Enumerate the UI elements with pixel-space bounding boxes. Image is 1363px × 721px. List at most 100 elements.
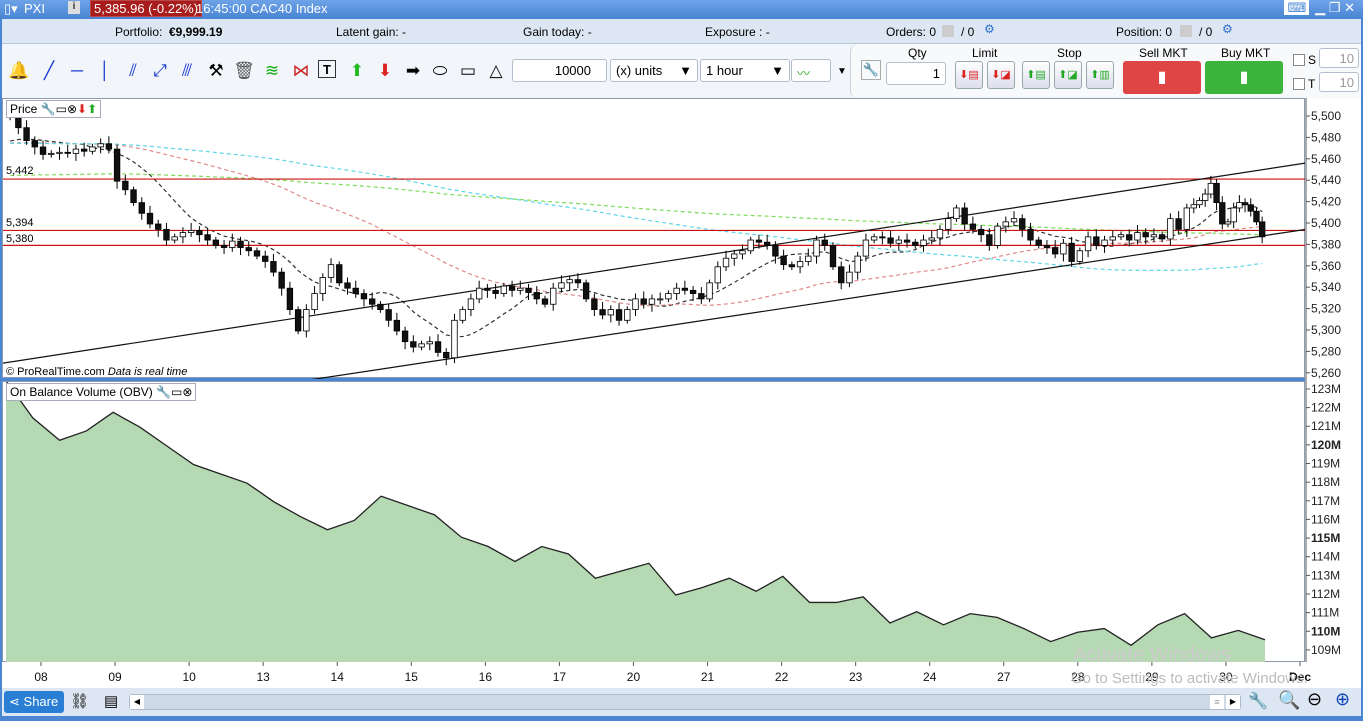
obv-panel[interactable]: On Balance Volume (OBV) 🔧▭⊗ Activate Win… — [2, 381, 1306, 666]
s-input[interactable]: 10 — [1319, 48, 1359, 68]
fan-tool-icon[interactable]: ⋈ — [290, 60, 312, 82]
stop-trailing-button[interactable]: ⬆▥ — [1086, 61, 1114, 89]
candle-body — [1219, 202, 1226, 225]
date-tick-label: 24 — [923, 670, 937, 684]
tools-icon[interactable]: ⚒ — [205, 60, 227, 82]
trash-icon[interactable]: 🗑 — [233, 60, 255, 82]
text-tool-icon[interactable]: T — [318, 60, 336, 78]
candle-body — [1043, 244, 1051, 248]
up-arrow-tool-icon[interactable]: ⬆ — [346, 60, 368, 82]
candle-body — [657, 298, 664, 301]
keyboard-icon[interactable]: ⌨ — [1284, 0, 1310, 15]
chart-settings-icon[interactable]: 🔧 — [1248, 691, 1268, 711]
latent-gain: Latent gain: - — [336, 25, 407, 39]
symbol-label[interactable]: PXI — [24, 1, 45, 16]
units-input[interactable]: 10000 — [512, 59, 607, 82]
candle-body — [187, 230, 195, 233]
ellipse-tool-icon[interactable]: ⬭ — [429, 60, 451, 82]
wrench-icon[interactable]: 🔧 — [861, 60, 881, 80]
candle-body — [336, 264, 343, 284]
limit-sell-button[interactable]: ⬇▤ — [955, 61, 983, 89]
candle-body — [525, 287, 532, 293]
t-checkbox[interactable] — [1293, 78, 1305, 90]
candle-body — [1236, 202, 1243, 209]
zoom-out-icon[interactable]: ⊖ — [1307, 689, 1322, 710]
candle-body — [1213, 182, 1220, 203]
chart-style-icon[interactable]: ▤ — [104, 692, 118, 710]
channel-tool-icon[interactable]: ⫽ — [122, 60, 144, 82]
vertical-line-tool-icon[interactable]: │ — [94, 60, 116, 82]
date-tick-label: 15 — [405, 670, 419, 684]
limit-label: Limit — [972, 46, 998, 60]
candle-body — [566, 279, 573, 284]
sell-market-button[interactable]: ▮ — [1123, 61, 1201, 94]
obv-chart[interactable] — [3, 382, 1306, 663]
price-tick-label: 5,500 — [1311, 109, 1341, 123]
close-icon[interactable]: ⊗ — [67, 102, 77, 116]
candle-body — [1027, 228, 1034, 241]
limit-modify-button[interactable]: ⬇◪ — [987, 61, 1015, 89]
candle-body — [706, 282, 713, 300]
horizontal-line-tool-icon[interactable]: ─ — [66, 60, 88, 82]
orders-settings-icon[interactable]: ⚙ — [984, 22, 995, 36]
segment-tool-icon[interactable]: ⤢ — [149, 60, 171, 82]
horizontal-scrollbar[interactable]: ◀ ≡ ▶ — [129, 694, 1241, 710]
candle-body — [401, 330, 409, 343]
maximize-icon[interactable]: ▭ — [171, 385, 182, 399]
price-axis[interactable]: 5,500 5,480 5,460 5,440 5,420 5,400 5,380 5,360… — [1305, 98, 1361, 381]
candle-chart-icon[interactable]: ▯▾ — [4, 1, 18, 17]
candle-body — [945, 218, 952, 230]
obv-axis[interactable]: 123M 122M 121M 120M 119M 118M 117M 116M 115M 114M… — [1305, 381, 1361, 662]
stop-modify-button[interactable]: ⬆◪ — [1054, 61, 1082, 89]
units-select[interactable]: (x) units ▼ — [610, 59, 698, 82]
close-icon[interactable]: ⊗ — [182, 385, 192, 399]
scroll-right-button[interactable]: ▶ — [1226, 695, 1240, 709]
period-select[interactable]: 1 hour ▼ — [700, 59, 790, 82]
candle-body — [130, 189, 137, 204]
move-down-icon[interactable]: ⬇ — [77, 102, 87, 116]
orders-close-icon[interactable] — [942, 25, 954, 37]
rectangle-tool-icon[interactable]: ▭ — [457, 60, 479, 82]
chart-link-icon[interactable]: ⛓ — [70, 692, 89, 710]
candle-body — [138, 202, 145, 214]
fibonacci-tool-icon[interactable]: ≋ — [261, 60, 283, 82]
qty-input[interactable]: 1 — [886, 62, 946, 85]
trendline-tool-icon[interactable]: ╱ — [38, 60, 60, 82]
stop-buy-button[interactable]: ⬆▤ — [1022, 61, 1050, 89]
scroll-thumb[interactable]: ≡ — [1210, 695, 1224, 709]
move-up-icon[interactable]: ⬆ — [87, 102, 97, 116]
parallel-tool-icon[interactable]: ⫻ — [176, 60, 198, 82]
portfolio-value: €9,999.19 — [169, 25, 223, 39]
down-arrow-tool-icon[interactable]: ⬇ — [374, 60, 396, 82]
candle-body — [48, 152, 55, 155]
right-arrow-tool-icon[interactable]: ➡ — [402, 60, 424, 82]
account-info-bar: Portfolio: €9,999.19 Latent gain: - Gain… — [2, 19, 1361, 44]
share-button[interactable]: ⋖ Share — [4, 691, 64, 713]
candle-body — [1093, 236, 1100, 246]
wrench-icon[interactable]: 🔧 — [41, 102, 56, 116]
candle-body — [969, 223, 977, 230]
price-chart-panel[interactable]: Price 🔧▭⊗⬇⬆ 5,442 5,394 5,380 © ProRealT… — [2, 98, 1306, 379]
s-checkbox[interactable] — [1293, 54, 1305, 66]
alert-bell-icon[interactable]: 🔔 — [8, 60, 30, 82]
t-input[interactable]: 10 — [1319, 72, 1359, 92]
obv-tick-label: 119M — [1311, 457, 1340, 471]
zoom-in-icon[interactable]: ⊕ — [1335, 689, 1350, 710]
share-label: Share — [23, 694, 59, 709]
wrench-icon[interactable]: 🔧 — [156, 385, 171, 399]
candle-body — [1202, 193, 1209, 201]
scroll-left-button[interactable]: ◀ — [130, 695, 144, 709]
indicators-button[interactable]: 〰 — [791, 59, 831, 82]
date-axis[interactable]: 08 09 10 13 14 15 16 17 20 21 22 23 24 27 28 29 30 Dec Go… — [2, 662, 1361, 688]
info-icon[interactable]: i — [68, 1, 80, 14]
price-chart[interactable] — [3, 99, 1306, 379]
auto-zoom-icon[interactable]: 🔍 — [1278, 690, 1300, 711]
position-close-icon[interactable] — [1180, 25, 1192, 37]
position-settings-icon[interactable]: ⚙ — [1222, 22, 1233, 36]
maximize-icon[interactable]: ▭ — [56, 102, 67, 116]
buy-market-button[interactable]: ▮ — [1205, 61, 1283, 94]
triangle-tool-icon[interactable]: △ — [485, 60, 507, 82]
window-buttons[interactable]: ▁ ❐ ✕ — [1315, 0, 1355, 15]
price-tick-label: 5,380 — [1311, 237, 1341, 251]
window-controls[interactable]: ⌨ ▁ ❐ ✕ — [1284, 0, 1355, 16]
